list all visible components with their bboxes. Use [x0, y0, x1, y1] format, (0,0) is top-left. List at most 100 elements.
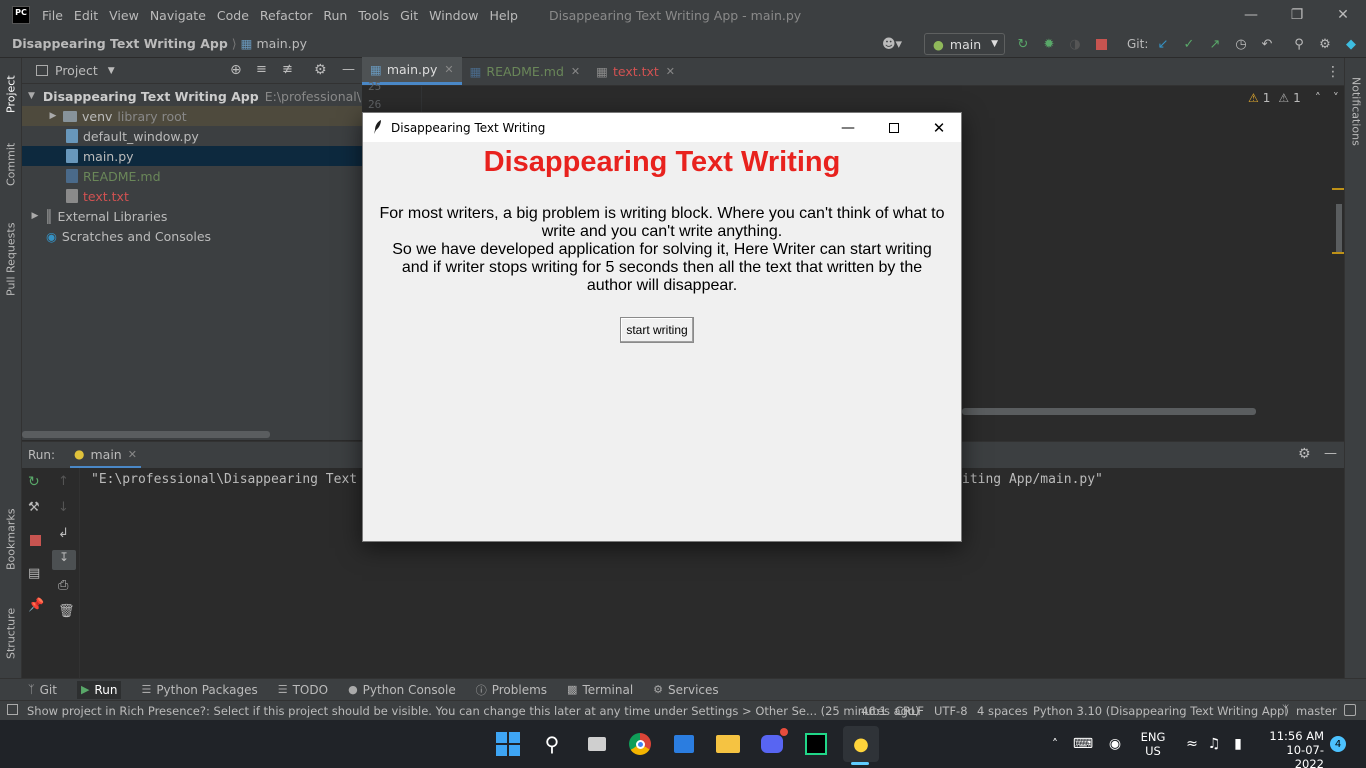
menu-view[interactable]: View: [109, 8, 139, 23]
tree-row-file[interactable]: default_window.py: [22, 126, 362, 146]
menu-help[interactable]: Help: [489, 8, 518, 23]
tree-row-file-selected[interactable]: main.py: [22, 146, 362, 166]
locate-icon[interactable]: ⊕: [230, 62, 242, 78]
wrench-icon[interactable]: ⚒: [28, 500, 40, 515]
start-writing-button[interactable]: start writing: [620, 317, 694, 343]
chevron-up-icon[interactable]: ˄: [1041, 730, 1069, 758]
battery-icon[interactable]: ▮: [1224, 730, 1252, 758]
menu-file[interactable]: File: [42, 8, 63, 23]
status-toggle-icon[interactable]: [7, 704, 18, 715]
menu-window[interactable]: Window: [429, 8, 478, 23]
menu-refactor[interactable]: Refactor: [260, 8, 312, 23]
editor-tab[interactable]: ▦ text.txt ✕: [588, 57, 683, 85]
line-separator[interactable]: CRLF: [895, 704, 924, 718]
store-icon[interactable]: [670, 730, 698, 758]
collapse-all-icon[interactable]: ≢: [282, 62, 293, 77]
tool-tab-project[interactable]: Project: [0, 64, 22, 124]
hide-panel-icon[interactable]: —: [342, 62, 355, 77]
settings-gear-icon[interactable]: ⚙: [1298, 446, 1311, 462]
arrow-up-icon[interactable]: ↑: [58, 474, 69, 489]
git-commit-icon[interactable]: ✓: [1180, 35, 1198, 53]
bottom-tab-run[interactable]: ▶ Run: [76, 680, 122, 699]
app-window-titlebar[interactable]: Disappearing Text Writing — ✕: [363, 113, 961, 142]
tool-tab-bookmarks[interactable]: Bookmarks: [0, 502, 22, 577]
menu-tools[interactable]: Tools: [358, 8, 389, 23]
debug-icon[interactable]: ✹: [1040, 35, 1058, 53]
pycharm-taskbar-icon[interactable]: [802, 730, 830, 758]
caret-position[interactable]: 46:1: [861, 704, 887, 718]
vertical-scrollbar[interactable]: [1336, 204, 1342, 254]
tree-row-venv[interactable]: ▶ venv library root: [22, 106, 362, 126]
hide-panel-icon[interactable]: —: [1324, 446, 1337, 461]
python-app-taskbar-icon[interactable]: ●: [843, 726, 879, 762]
close-tab-icon[interactable]: ✕: [666, 65, 675, 78]
vcs-branch[interactable]: master: [1296, 704, 1337, 718]
more-tabs-icon[interactable]: ⋮: [1326, 64, 1340, 80]
chevron-down-icon[interactable]: ˅: [1333, 91, 1339, 105]
windows-start-icon[interactable]: [494, 730, 522, 758]
jetbrains-toolbox-icon[interactable]: ◆: [1342, 35, 1360, 53]
menu-navigate[interactable]: Navigate: [150, 8, 206, 23]
chevron-down-icon[interactable]: ▼: [108, 66, 115, 76]
tree-row-root[interactable]: ▼ Disappearing Text Writing App E:\profe…: [22, 86, 362, 106]
microphone-icon[interactable]: ◉: [1101, 730, 1129, 758]
notification-badge[interactable]: 4: [1330, 736, 1346, 752]
menu-git[interactable]: Git: [400, 8, 418, 23]
scroll-to-end-icon[interactable]: ↧: [52, 550, 76, 570]
expand-all-icon[interactable]: ≡: [256, 62, 267, 77]
breadcrumb-file[interactable]: main.py: [256, 36, 307, 51]
history-icon[interactable]: ◷: [1232, 35, 1250, 53]
menu-run[interactable]: Run: [323, 8, 347, 23]
tree-row-scratches[interactable]: ◉ Scratches and Consoles: [22, 226, 362, 246]
options-gear-icon[interactable]: ⚙: [314, 62, 327, 78]
bottom-tab-terminal[interactable]: ▩ Terminal: [567, 683, 633, 697]
git-push-icon[interactable]: ↗: [1206, 35, 1224, 53]
keyboard-icon[interactable]: ⌨: [1069, 730, 1097, 758]
restore-icon[interactable]: ❐: [1274, 0, 1320, 30]
search-icon[interactable]: ⚲: [1290, 35, 1308, 53]
run-config-dropdown[interactable]: ● main ▼: [924, 33, 1005, 55]
pin-icon[interactable]: 📌: [28, 598, 44, 613]
file-encoding[interactable]: UTF-8: [934, 704, 968, 718]
memory-indicator-icon[interactable]: [1344, 704, 1356, 716]
minimize-icon[interactable]: —: [825, 113, 871, 142]
tool-tab-structure[interactable]: Structure: [0, 596, 22, 671]
soft-wrap-icon[interactable]: ↲: [58, 526, 69, 541]
close-icon[interactable]: ✕: [1320, 0, 1366, 30]
bottom-tab-todo[interactable]: ☰ TODO: [278, 683, 328, 697]
discord-icon[interactable]: [758, 728, 788, 758]
breadcrumb-project[interactable]: Disappearing Text Writing App: [12, 36, 228, 51]
bottom-tab-services[interactable]: ⚙ Services: [653, 683, 718, 697]
bottom-tab-problems[interactable]: ⓘ Problems: [476, 682, 547, 698]
chrome-icon[interactable]: [626, 730, 654, 758]
inspection-widget[interactable]: ⚠ 1 ⚠ 1 ˄ ˅: [1248, 91, 1339, 105]
tool-tab-commit[interactable]: Commit: [0, 134, 22, 194]
close-tab-icon[interactable]: ✕: [128, 448, 137, 461]
menu-edit[interactable]: Edit: [74, 8, 98, 23]
chevron-up-icon[interactable]: ˄: [1315, 91, 1321, 105]
file-explorer-icon[interactable]: [714, 730, 742, 758]
git-update-icon[interactable]: ↙: [1154, 35, 1172, 53]
status-message[interactable]: Show project in Rich Presence?: Select i…: [27, 704, 919, 718]
close-tab-icon[interactable]: ✕: [444, 63, 453, 76]
tool-tab-notifications[interactable]: Notifications: [1345, 66, 1366, 156]
trash-icon[interactable]: 🗑: [58, 604, 75, 619]
python-interpreter[interactable]: Python 3.10 (Disappearing Text Writing A…: [1033, 704, 1289, 718]
arrow-down-icon[interactable]: ↓: [58, 500, 69, 515]
rollback-icon[interactable]: ↶: [1258, 35, 1276, 53]
input-language[interactable]: ENG US: [1140, 730, 1166, 758]
tree-row-external-libraries[interactable]: ▶ ║ External Libraries: [22, 206, 362, 226]
user-icon[interactable]: ☻▾: [880, 35, 904, 53]
layout-icon[interactable]: ▤: [28, 566, 40, 581]
menu-code[interactable]: Code: [217, 8, 249, 23]
bottom-tab-python-console[interactable]: ● Python Console: [348, 683, 456, 697]
horizontal-scrollbar[interactable]: [22, 431, 270, 438]
horizontal-scrollbar[interactable]: [962, 408, 1256, 415]
project-panel-title[interactable]: Project: [55, 63, 98, 78]
close-tab-icon[interactable]: ✕: [571, 65, 580, 78]
close-icon[interactable]: ✕: [916, 113, 962, 142]
maximize-icon[interactable]: [871, 113, 917, 142]
search-icon[interactable]: ⚲: [538, 730, 566, 758]
tree-row-file[interactable]: README.md: [22, 166, 362, 186]
error-stripe-mark[interactable]: [1332, 252, 1344, 254]
